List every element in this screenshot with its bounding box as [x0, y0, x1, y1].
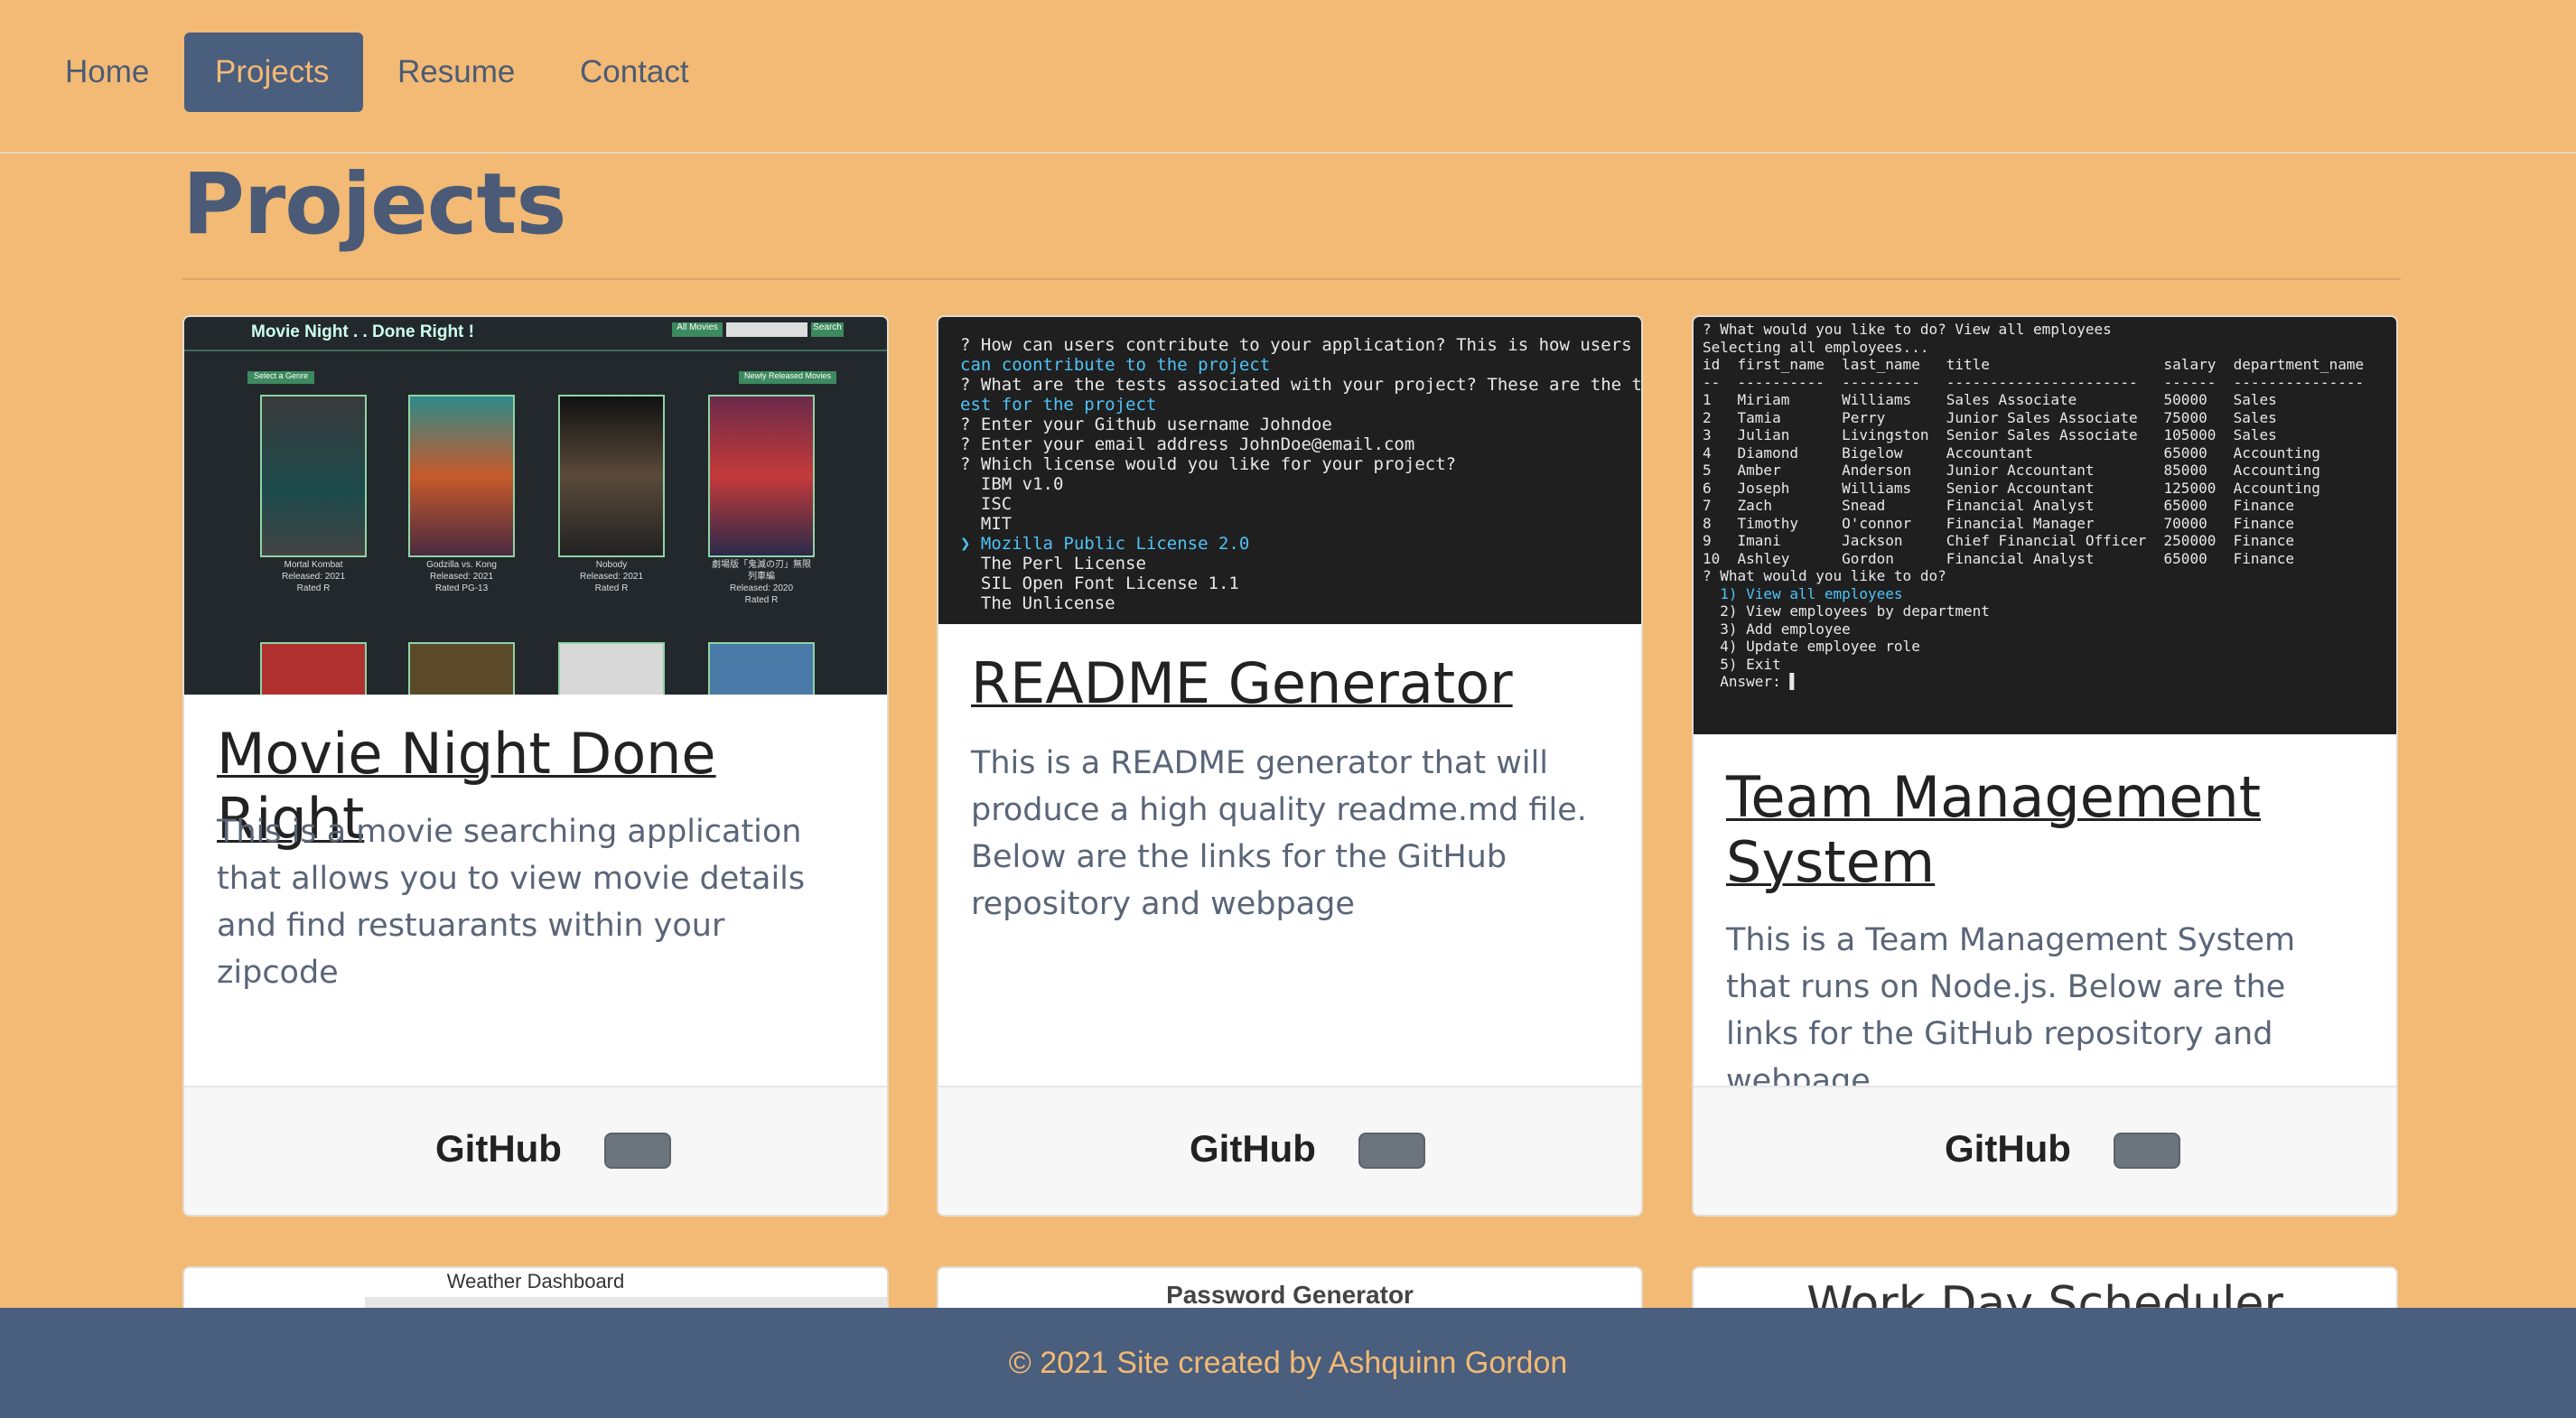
terminal-line: 2 Tamia Perry Junior Sales Associate 750…: [1703, 408, 2277, 426]
title-divider: [182, 278, 2401, 280]
terminal-line: 2) View employees by department: [1703, 602, 1990, 620]
terminal-line: 9 Imani Jackson Chief Financial Officer …: [1703, 532, 2295, 549]
poster-caption: Nobody Released: 2021 Rated R: [558, 559, 665, 594]
terminal-line: 6 Joseph Williams Senior Accountant 1250…: [1703, 479, 2320, 497]
poster-title: Godzilla vs. Kong: [426, 560, 497, 570]
poster-caption: 劇場版「鬼滅の刃」無限列車編 Released: 2020 Rated R: [708, 559, 815, 606]
project-screenshot-team-management[interactable]: ? What would you like to do? View all em…: [1694, 317, 2396, 734]
terminal-line: 3 Julian Livingston Senior Sales Associa…: [1703, 426, 2277, 443]
terminal-line: 5 Amber Anderson Junior Accountant 85000…: [1703, 462, 2320, 479]
poster-godzilla-vs-kong: [408, 395, 515, 557]
poster-title: Mortal Kombat: [284, 560, 343, 570]
terminal-line: 10 Ashley Gordon Financial Analyst 65000…: [1703, 549, 2295, 567]
nav-resume-link[interactable]: Resume: [367, 33, 546, 112]
search-button: Search: [811, 322, 844, 337]
project-card-team-management: ? What would you like to do? View all em…: [1692, 315, 2398, 1217]
terminal-line: ? What would you like to do? View all em…: [1703, 321, 2112, 338]
project-card-movie-night: Movie Night . . Done Right ! All Movies …: [182, 315, 889, 1217]
terminal-line: ? What would you like to do?: [1703, 567, 1946, 584]
terminal-line: ? Which license would you like for your …: [960, 454, 1457, 474]
poster-released: Released: 2021: [579, 572, 644, 582]
project-screenshot-movie-night[interactable]: Movie Night . . Done Right ! All Movies …: [184, 317, 887, 695]
webpage-button[interactable]: [604, 1133, 671, 1169]
page-footer: © 2021 Site created by Ashquinn Gordon: [0, 1308, 2576, 1418]
webpage-button[interactable]: [2114, 1133, 2180, 1169]
terminal-line: est for the project: [960, 395, 1157, 415]
app-title: Movie Night . . Done Right !: [251, 322, 474, 341]
terminal-line: ? Enter your Github username Johndoe: [960, 415, 1332, 434]
poster-row2-3: [558, 642, 665, 695]
poster-demon-slayer: [708, 395, 815, 557]
poster-mortal-kombat: [260, 395, 367, 557]
terminal-line: IBM v1.0: [960, 474, 1064, 494]
terminal-line: can coontribute to the project: [960, 355, 1271, 375]
poster-released: Released: 2021: [429, 572, 494, 582]
poster-caption: Mortal Kombat Released: 2021 Rated R: [260, 559, 367, 594]
poster-row2-4: [708, 642, 815, 695]
terminal-line: ? How can users contribute to your appli…: [960, 335, 1632, 355]
poster-rated: Rated R: [296, 583, 331, 593]
genre-button: Select a Genre: [247, 371, 314, 384]
github-link[interactable]: GitHub: [435, 1127, 562, 1171]
project-description: This is a Team Management System that ru…: [1726, 922, 2296, 1099]
poster-title: 劇場版「鬼滅の刃」無限列車編: [712, 560, 811, 582]
terminal-line: 8 Timothy O'connor Financial Manager 700…: [1703, 514, 2295, 532]
search-input: [726, 322, 807, 337]
terminal-line: 3) Add employee: [1703, 620, 1851, 638]
poster-row2-2: [408, 642, 515, 695]
card-footer: GitHub: [184, 1086, 887, 1215]
project-title-link[interactable]: Team Management System: [1726, 765, 2369, 895]
poster-nobody: [558, 395, 665, 557]
project-title-link[interactable]: README Generator: [971, 651, 1614, 716]
filter-button: All Movies: [672, 322, 723, 337]
terminal-line: The Unlicense: [960, 593, 1115, 613]
project-description: This is a README generator that will pro…: [971, 745, 1587, 922]
project-screenshot-readme[interactable]: ? How can users contribute to your appli…: [938, 317, 1641, 624]
poster-rated: Rated PG-13: [434, 583, 489, 593]
terminal-line: 1) View all employees: [1703, 584, 1903, 602]
poster-row2-1: [260, 642, 367, 695]
nav-projects-link[interactable]: Projects: [184, 33, 363, 112]
poster-caption: Godzilla vs. Kong Released: 2021 Rated P…: [408, 559, 515, 594]
terminal-line: id first_name last_name title salary dep…: [1703, 356, 2365, 373]
github-link[interactable]: GitHub: [1945, 1127, 2071, 1171]
new-releases-button: Newly Released Movies: [739, 371, 836, 384]
poster-rated: Rated R: [744, 595, 779, 605]
screenshot-title: Weather Dashboard: [446, 1270, 625, 1292]
terminal-line: 4 Diamond Bigelow Accountant 65000 Accou…: [1703, 443, 2320, 462]
terminal-line: Answer: ▌: [1703, 673, 1798, 690]
screenshot-title: Password Generator: [1166, 1281, 1414, 1309]
poster-rated: Rated R: [594, 583, 629, 593]
webpage-button[interactable]: [1358, 1133, 1425, 1169]
terminal-line: 4) Update employee role: [1703, 638, 1920, 655]
terminal-line: 1 Miriam Williams Sales Associate 50000 …: [1703, 391, 2277, 408]
poster-released: Released: 2020: [729, 583, 794, 593]
terminal-line: 7 Zach Snead Financial Analyst 65000 Fin…: [1703, 497, 2295, 514]
poster-released: Released: 2021: [281, 572, 346, 582]
project-card-readme-generator: ? How can users contribute to your appli…: [937, 315, 1643, 1217]
terminal-line: ? What are the tests associated with you…: [960, 375, 1641, 395]
project-description: This is a movie searching application th…: [217, 814, 806, 991]
terminal-line: ❯ Mozilla Public License 2.0: [960, 534, 1250, 554]
terminal-line: -- ---------- --------- ----------------…: [1703, 373, 2365, 391]
terminal-line: 5) Exit: [1703, 655, 1781, 673]
card-footer: GitHub: [938, 1086, 1641, 1215]
terminal-line: ? Enter your email address JohnDoe@email…: [960, 434, 1415, 454]
terminal-line: Selecting all employees...: [1703, 338, 1929, 356]
top-navbar: Home Projects Resume Contact: [0, 0, 2576, 154]
poster-title: Nobody: [595, 560, 628, 570]
terminal-line: ISC: [960, 494, 1013, 514]
terminal-line: SIL Open Font License 1.1: [960, 574, 1239, 593]
terminal-line: MIT: [960, 514, 1013, 534]
nav-contact-link[interactable]: Contact: [549, 33, 720, 112]
card-footer: GitHub: [1694, 1086, 2396, 1215]
github-link[interactable]: GitHub: [1190, 1127, 1316, 1171]
page-title: Projects: [182, 155, 566, 254]
nav-home-link[interactable]: Home: [34, 33, 180, 112]
terminal-line: The Perl License: [960, 554, 1146, 574]
